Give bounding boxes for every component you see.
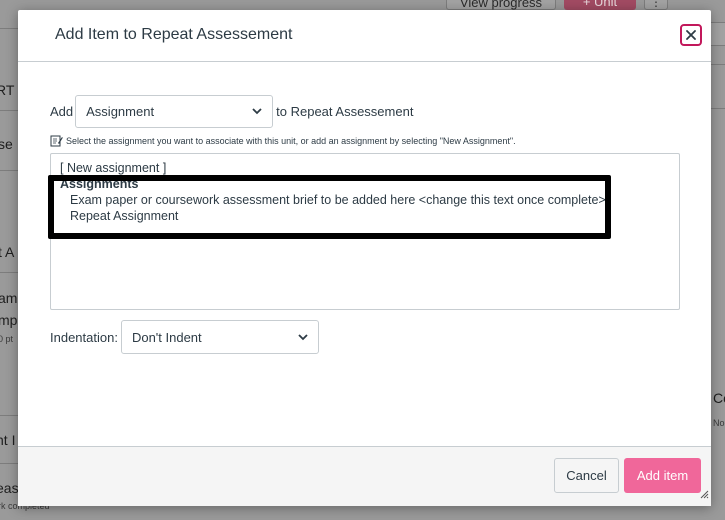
add-unit-button: + Unit [564,0,636,10]
assignments-group-label: Assignments [60,177,139,191]
indentation-value: Don't Indent [131,329,202,345]
background-text: No [713,418,725,428]
background-text: nt I [0,432,16,448]
add-suffix-label: to Repeat Assessement [276,103,414,119]
assignment-option[interactable]: Exam paper or coursework assessment brie… [60,192,670,208]
add-item-button[interactable]: Add item [624,458,701,493]
divider [0,415,18,416]
resize-grip-icon[interactable] [699,486,709,504]
divider [0,463,18,464]
divider [0,28,18,29]
dialog-footer: Cancel Add item [18,446,711,506]
background-text: mp [0,312,18,328]
add-item-dialog: Add Item to Repeat Assessement Add Assig… [18,10,711,506]
hint-text: Select the assignment you want to associ… [66,135,516,146]
divider [711,64,725,65]
view-progress-button: View progress [446,0,556,10]
divider [0,170,18,171]
chevron-down-icon [298,333,308,341]
background-text: eas [0,480,19,496]
chevron-down-icon [252,107,262,115]
new-assignment-option[interactable]: [ New assignment ] [60,160,670,176]
more-options-button: ⋮ [644,0,668,10]
dialog-header: Add Item to Repeat Assessement [18,10,711,62]
background-text: se [0,136,13,152]
add-prefix-label: Add [50,103,74,119]
cancel-button[interactable]: Cancel [554,458,619,493]
close-button[interactable] [680,24,702,46]
item-type-select[interactable]: Assignment [75,94,274,128]
hint-row: Select the assignment you want to associ… [50,134,516,147]
divider [711,108,725,109]
indentation-select[interactable]: Don't Indent [120,320,319,354]
background-text: 0 pt [0,334,14,344]
add-item-row: Add Assignment to Repeat Assessement [50,94,413,128]
assignment-option[interactable]: Repeat Assignment [60,208,670,224]
indentation-label: Indentation: [50,329,118,345]
background-text: RT [0,82,15,98]
divider [0,110,18,111]
close-icon [686,30,696,40]
assignment-listbox[interactable]: [ New assignment ] Assignments Exam pape… [50,153,680,310]
background-text: t A [0,244,15,260]
edit-icon [50,134,63,147]
item-type-value: Assignment [86,103,155,119]
background-text: am [0,290,18,306]
background-text: Co [713,390,725,406]
indentation-row: Indentation: Don't Indent [50,320,319,354]
divider [0,272,18,273]
dialog-title: Add Item to Repeat Assessement [55,26,293,43]
